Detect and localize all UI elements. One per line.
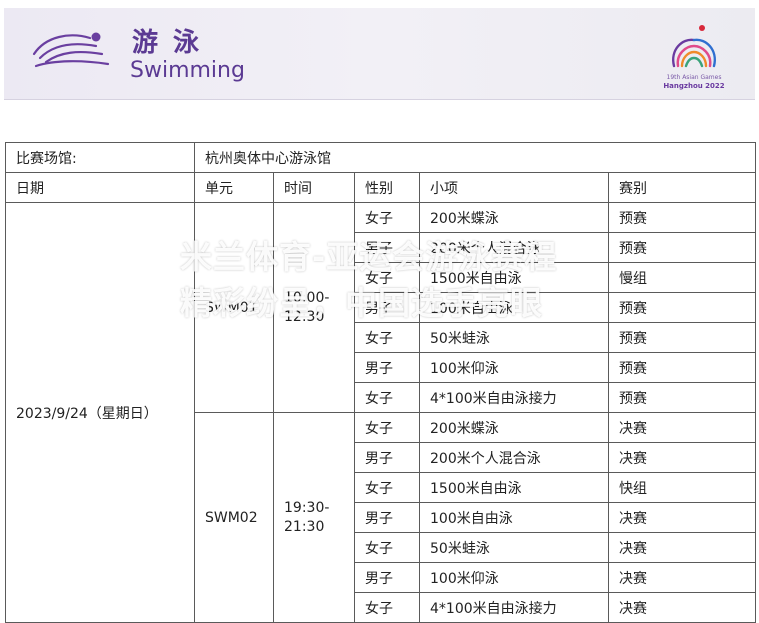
- round-cell: 快组: [607, 472, 757, 503]
- venue-row: 比赛场馆: 杭州奥体中心游泳馆: [5, 142, 757, 173]
- games-city-text: Hangzhou 2022: [663, 82, 725, 90]
- event-cell: 200米个人混合泳: [419, 232, 609, 263]
- round-cell: 预赛: [607, 232, 757, 263]
- gender-cell: 女子: [354, 202, 420, 233]
- venue-name: 杭州奥体中心游泳馆: [193, 142, 757, 173]
- event-cell: 100米自由泳: [419, 292, 609, 323]
- venue-label: 比赛场馆:: [5, 142, 195, 173]
- games-edition-text: 19th Asian Games: [666, 74, 722, 81]
- event-cell: 200米蝶泳: [419, 202, 609, 233]
- event-cell: 4*100米自由泳接力: [419, 382, 609, 413]
- header-row: 日期 单元 时间 性别 小项 赛别: [5, 172, 757, 203]
- time-cell: 19:30- 21:30: [273, 412, 355, 623]
- gender-cell: 女子: [354, 382, 420, 413]
- round-cell: 预赛: [607, 352, 757, 383]
- sport-title-english: Swimming: [130, 58, 245, 83]
- table-row: 2023/9/24（星期日） SWM01 10:00- 12:30 女子 200米蝶泳预…: [5, 202, 757, 623]
- competition-schedule-table: 比赛场馆: 杭州奥体中心游泳馆 日期 单元 时间 性别 小项 赛别 2023/9…: [5, 142, 757, 623]
- event-cell: 200米个人混合泳: [419, 442, 609, 473]
- gender-cell: 男子: [354, 442, 420, 473]
- round-cell: 慢组: [607, 262, 757, 293]
- date-cell: 2023/9/24（星期日）: [5, 202, 195, 623]
- round-cell: 决赛: [607, 442, 757, 473]
- round-cell: 预赛: [607, 322, 757, 353]
- gender-cell: 女子: [354, 322, 420, 353]
- event-cell: 50米蛙泳: [419, 322, 609, 353]
- sport-banner: 游 泳 Swimming 19th Asian Games Hangzhou 2…: [4, 8, 755, 100]
- event-cell: 4*100米自由泳接力: [419, 592, 609, 623]
- header-event: 小项: [419, 172, 609, 203]
- round-cell: 决赛: [607, 412, 757, 443]
- event-cell: 50米蛙泳: [419, 532, 609, 563]
- sport-title-chinese: 游 泳: [132, 28, 203, 58]
- gender-cell: 男子: [354, 352, 420, 383]
- header-gender: 性别: [354, 172, 420, 203]
- gender-cell: 女子: [354, 472, 420, 503]
- event-cell: 1500米自由泳: [419, 262, 609, 293]
- header-unit: 单元: [194, 172, 274, 203]
- event-cell: 100米仰泳: [419, 352, 609, 383]
- hangzhou-emblem-icon: [672, 25, 716, 68]
- unit-cell: SWM01: [194, 202, 274, 413]
- header-round: 赛别: [607, 172, 757, 203]
- round-cell: 决赛: [607, 592, 757, 623]
- gender-cell: 女子: [354, 412, 420, 443]
- round-cell: 决赛: [607, 502, 757, 533]
- gender-cell: 男子: [354, 562, 420, 593]
- event-cell: 200米蝶泳: [419, 412, 609, 443]
- gender-cell: 男子: [354, 502, 420, 533]
- round-cell: 预赛: [607, 292, 757, 323]
- event-cell: 100米仰泳: [419, 562, 609, 593]
- round-cell: 预赛: [607, 202, 757, 233]
- round-cell: 决赛: [607, 532, 757, 563]
- asian-games-logo: 19th Asian Games Hangzhou 2022: [660, 22, 728, 92]
- swimming-pictogram-icon: [32, 32, 110, 68]
- gender-cell: 女子: [354, 262, 420, 293]
- gender-cell: 女子: [354, 532, 420, 563]
- event-cell: 1500米自由泳: [419, 472, 609, 503]
- round-cell: 预赛: [607, 382, 757, 413]
- unit-cell: SWM02: [194, 412, 274, 623]
- header-date: 日期: [5, 172, 195, 203]
- time-cell: 10:00- 12:30: [273, 202, 355, 413]
- header-time: 时间: [273, 172, 355, 203]
- event-cell: 100米自由泳: [419, 502, 609, 533]
- gender-cell: 男子: [354, 232, 420, 263]
- gender-cell: 男子: [354, 292, 420, 323]
- gender-cell: 女子: [354, 592, 420, 623]
- round-cell: 决赛: [607, 562, 757, 593]
